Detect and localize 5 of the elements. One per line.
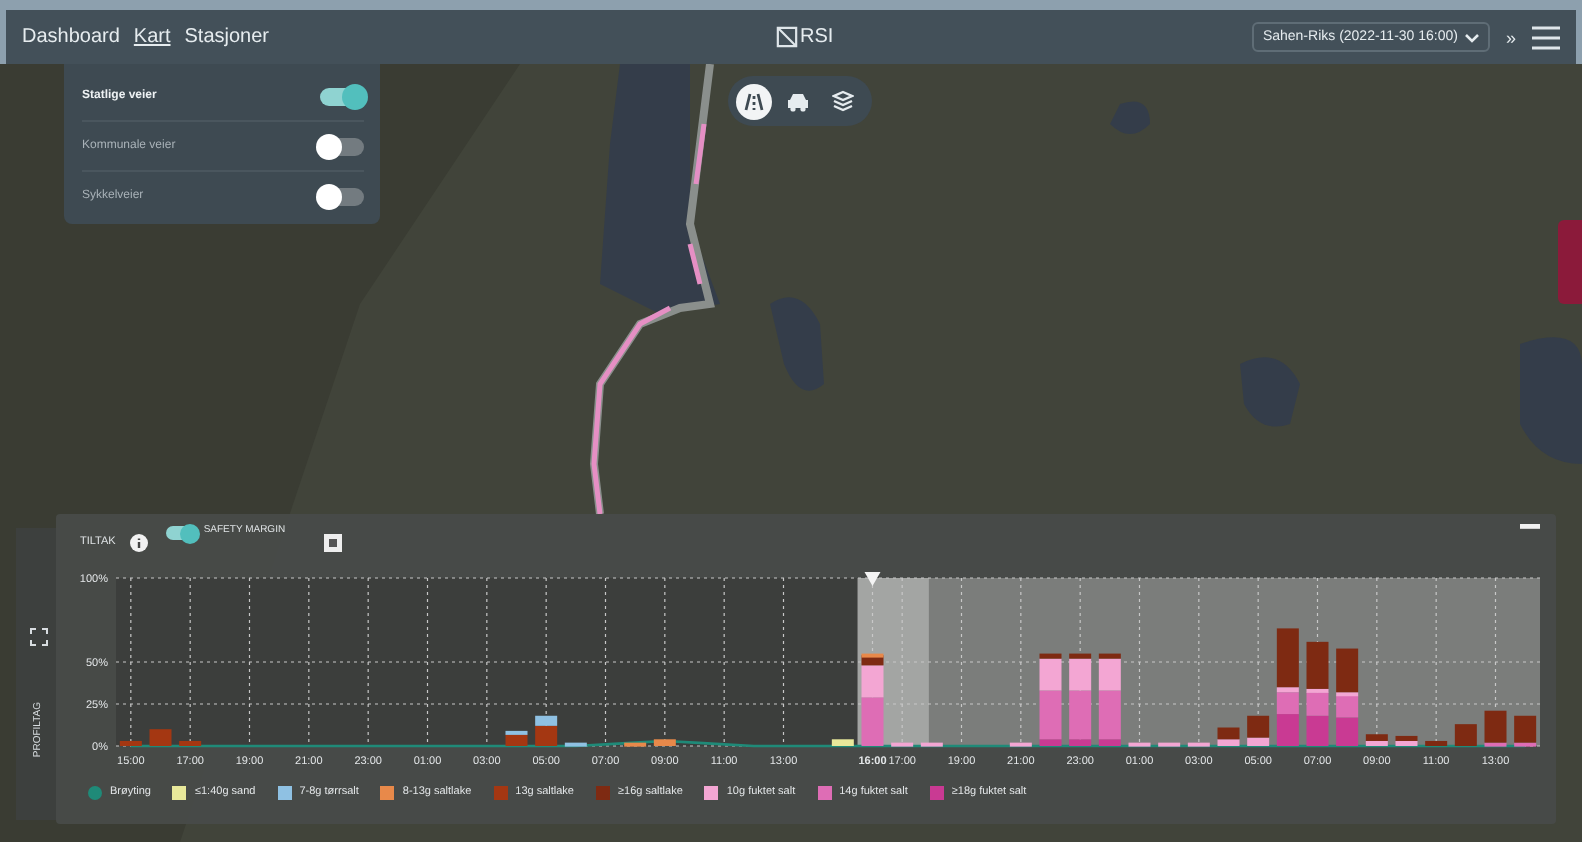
nav-tab[interactable]: Stasjoner: [184, 26, 270, 48]
nav-tab[interactable]: Kart: [133, 26, 171, 48]
expand-button[interactable]: »: [1501, 27, 1520, 47]
nav-tab[interactable]: Dashboard: [22, 26, 120, 48]
logo-text: RSI: [800, 26, 834, 48]
